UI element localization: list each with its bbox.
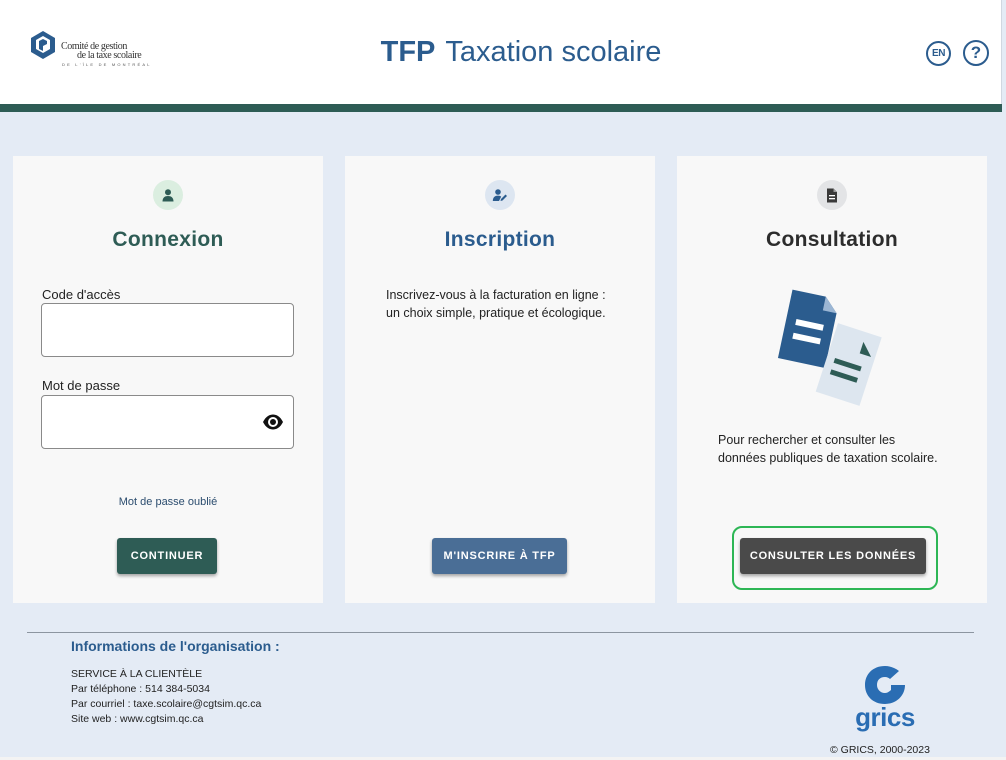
organization-contact: SERVICE À LA CLIENTÈLE Par téléphone : 5… <box>71 667 261 727</box>
app-name: Taxation scolaire <box>445 36 662 68</box>
signup-card: Inscription Inscrivez-vous à la facturat… <box>345 156 655 603</box>
access-code-label: Code d'accès <box>42 287 121 302</box>
grics-logo-icon <box>865 666 905 704</box>
app-header: Comité de gestion de la taxe scolaire DE… <box>0 0 1002 106</box>
grics-wordmark: grics <box>855 702 915 732</box>
header-divider <box>0 104 1002 112</box>
signup-description-line-2: un choix simple, pratique et écologique. <box>386 306 606 320</box>
show-password-eye-icon[interactable] <box>262 413 284 431</box>
website-info: Site web : www.cgtsim.qc.ca <box>71 713 204 725</box>
consultation-description: Pour rechercher et consulter les données… <box>718 431 938 467</box>
consult-data-button[interactable]: CONSULTER LES DONNÉES <box>740 538 926 574</box>
continue-button[interactable]: CONTINUER <box>117 538 217 574</box>
consultation-description-line-2: données publiques de taxation scolaire. <box>718 451 938 465</box>
signup-button[interactable]: M'INSCRIRE À TFP <box>432 538 567 574</box>
customer-service-label: SERVICE À LA CLIENTÈLE <box>71 668 203 680</box>
help-button[interactable]: ? <box>963 40 989 66</box>
copyright-text: © GRICS, 2000-2023 <box>830 744 930 756</box>
password-input[interactable] <box>41 395 294 449</box>
footer-divider <box>27 632 974 633</box>
login-title: Connexion <box>112 228 224 251</box>
email-info: Par courriel : taxe.scolaire@cgtsim.qc.c… <box>71 698 262 710</box>
login-card: Connexion Code d'accès Mot de passe Mot … <box>13 156 323 603</box>
forgot-password-link[interactable]: Mot de passe oublié <box>13 496 323 508</box>
documents-illustration-icon <box>777 289 882 406</box>
user-icon <box>153 180 183 210</box>
consultation-title: Consultation <box>766 228 898 251</box>
document-icon <box>817 180 847 210</box>
user-edit-icon <box>485 180 515 210</box>
signup-description: Inscrivez-vous à la facturation en ligne… <box>386 286 606 322</box>
access-code-input[interactable] <box>41 303 294 357</box>
page-title: TFP Taxation scolaire <box>0 36 1006 69</box>
phone-info: Par téléphone : 514 384-5034 <box>71 683 210 695</box>
language-toggle-button[interactable]: EN <box>926 41 951 66</box>
grics-logo[interactable]: grics <box>852 664 918 742</box>
password-label: Mot de passe <box>42 378 121 393</box>
signup-description-line-1: Inscrivez-vous à la facturation en ligne… <box>386 288 606 302</box>
consultation-card: Consultation Pour rechercher et consulte… <box>677 156 987 603</box>
consultation-description-line-1: Pour rechercher et consulter les <box>718 433 896 447</box>
app-short-name: TFP <box>380 36 436 68</box>
organization-info-title: Informations de l'organisation : <box>71 638 280 654</box>
signup-title: Inscription <box>444 228 556 251</box>
